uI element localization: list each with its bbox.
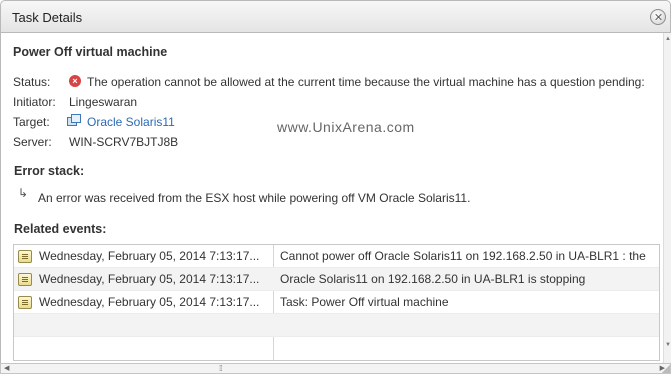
initiator-label: Initiator:: [13, 95, 56, 109]
dialog-title: Task Details: [12, 10, 83, 25]
table-row[interactable]: Wednesday, February 05, 2014 7:13:17... …: [14, 245, 659, 268]
return-arrow-icon: ↳: [18, 186, 29, 200]
error-stack-title: Error stack:: [14, 164, 85, 178]
event-icon: [18, 296, 32, 309]
empty-row: [14, 314, 659, 337]
task-heading: Power Off virtual machine: [13, 45, 168, 59]
server-value: WIN-SCRV7BJTJ8B: [69, 135, 179, 149]
status-label: Status:: [13, 75, 51, 89]
target-label: Target:: [13, 115, 50, 129]
server-label: Server:: [13, 135, 52, 149]
resize-handle-icon[interactable]: [662, 365, 670, 373]
dialog-titlebar: Task Details: [0, 0, 671, 33]
vm-icon: [67, 114, 81, 127]
event-description: Task: Power Off virtual machine: [280, 295, 449, 309]
scroll-left-icon[interactable]: ◀: [4, 364, 9, 373]
grip-icon[interactable]: ⁞⁞: [219, 364, 223, 373]
event-icon: [18, 250, 32, 263]
error-stack-message: An error was received from the ESX host …: [38, 191, 471, 205]
horizontal-scrollbar[interactable]: ◀ ⁞⁞ ▶: [0, 363, 671, 374]
vertical-scrollbar[interactable]: ▲ ▼: [663, 33, 671, 363]
scroll-down-icon[interactable]: ▼: [664, 341, 671, 349]
event-description: Cannot power off Oracle Solaris11 on 192…: [280, 249, 646, 263]
scroll-up-icon[interactable]: ▲: [664, 35, 671, 43]
event-time: Wednesday, February 05, 2014 7:13:17...: [39, 272, 260, 286]
target-link[interactable]: Oracle Solaris11: [87, 115, 175, 129]
event-icon: [18, 273, 32, 286]
related-events-table: Wednesday, February 05, 2014 7:13:17... …: [13, 244, 660, 361]
event-description: Oracle Solaris11 on 192.168.2.50 in UA-B…: [280, 272, 586, 286]
table-row[interactable]: Wednesday, February 05, 2014 7:13:17... …: [14, 291, 659, 314]
related-events-title: Related events:: [14, 222, 107, 236]
event-time: Wednesday, February 05, 2014 7:13:17...: [39, 295, 260, 309]
close-icon[interactable]: [650, 9, 666, 25]
dialog-body: Power Off virtual machine Status: × The …: [0, 33, 671, 363]
status-value: The operation cannot be allowed at the c…: [87, 75, 645, 89]
initiator-value: Lingeswaran: [69, 95, 138, 109]
table-row[interactable]: Wednesday, February 05, 2014 7:13:17... …: [14, 268, 659, 291]
watermark: www.UnixArena.com: [277, 119, 415, 135]
event-time: Wednesday, February 05, 2014 7:13:17...: [39, 249, 260, 263]
error-icon: ×: [69, 75, 81, 87]
